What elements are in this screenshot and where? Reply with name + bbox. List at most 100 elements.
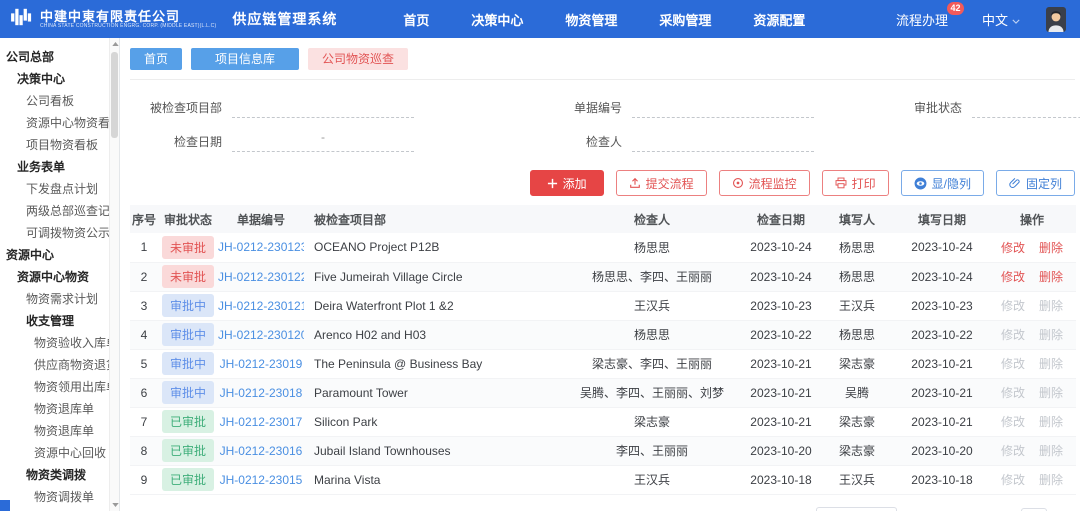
inspected-project-input[interactable] [232,98,414,118]
toolbar-button-label: 添加 [562,176,587,191]
fixed-columns-button[interactable]: 固定列 [995,170,1075,196]
inspect-date-label: 检查日期 [173,135,222,149]
cell-inspector: 梁志豪、李四、王丽丽 [560,349,744,379]
sidebar-item[interactable]: 两级总部巡查记录 [0,200,119,222]
cell-writer: 吴腾 [818,378,896,408]
doc-no-link[interactable]: JH-0212-23019 [220,357,303,371]
doc-no-link[interactable]: JH-0212-23018 [220,386,303,400]
toolbar-button-label: 显/隐列 [931,176,971,191]
table-row: 8 已审批 JH-0212-23016 Jubail Island Townhouse… [130,436,1076,466]
app-root: 中建中東有限责任公司 CHINA STATE CONSTRUCTION ENGR… [0,0,1080,511]
sidebar-item[interactable]: 项目物资看板 [0,134,119,156]
toolbar: 添加 提交流程 流程监控 打印 显/隐列 固定列 [130,170,1075,196]
approval-status-select[interactable] [972,98,1080,118]
sidebar-item[interactable]: 供应商物资退货单 [0,354,119,376]
sidebar-item[interactable]: 收支管理 [0,310,119,332]
edit-action[interactable]: 修改 [1001,270,1025,284]
cell-inspect-date: 2023-10-18 [744,465,818,495]
cell-project: Silicon Park [304,407,560,437]
tab-home[interactable]: 首页 [130,48,183,70]
tab-company-material-inspection[interactable]: 公司物资巡查 [308,48,409,70]
cell-inspect-date: 2023-10-21 [744,378,818,408]
doc-no-link[interactable]: JH-0212-230123 [218,240,304,254]
corner-scroll-block [0,500,10,511]
cell-no: 3 [130,291,158,321]
process-center-link[interactable]: 流程办理 42 [896,1,964,29]
language-switcher[interactable]: 中文 [982,10,1020,29]
doc-no-link[interactable]: JH-0212-230122 [218,270,304,284]
nav-item-procurement-mgmt[interactable]: 采购管理 [659,10,711,29]
doc-no-link[interactable]: JH-0212-230121 [218,299,304,313]
page-size-select[interactable]: 10条/页 [816,506,897,511]
data-table: 序号 审批状态 单据编号 被检查项目部 检查人 检查日期 填写人 填写日期 操作… [130,205,1076,495]
inspector-input[interactable] [632,132,814,152]
doc-no-link[interactable]: JH-0212-23017 [220,415,303,429]
paperclip-icon [1009,177,1021,189]
cell-inspect-date: 2023-10-21 [744,349,818,379]
table-row: 1 未审批 JH-0212-230123 OCEANO Project P12B 杨思思… [130,233,1076,263]
sidebar-item[interactable]: 公司看板 [0,90,119,112]
sidebar-item[interactable]: 资源中心物资 [0,266,119,288]
doc-no-link[interactable]: JH-0212-23016 [220,444,303,458]
sidebar-item[interactable]: 物资验收入库单 [0,332,119,354]
sidebar-item[interactable]: 物资领用出库单 [0,376,119,398]
submit-flow-button[interactable]: 提交流程 [615,170,707,196]
goto-page-input[interactable] [1020,507,1047,511]
toolbar-button-label: 固定列 [1025,176,1062,191]
flow-monitor-button[interactable]: 流程监控 [718,170,810,196]
scroll-down-icon[interactable] [110,500,119,510]
cell-doc-no: JH-0212-230123 [218,233,304,263]
inspect-date-range-input[interactable]: - [232,130,414,152]
edit-action[interactable]: 修改 [1001,241,1025,255]
scrollbar-thumb[interactable] [111,52,118,138]
sidebar-item[interactable]: 物资退库单 [0,420,119,442]
system-title: 供应链管理系统 [232,11,338,27]
cell-actions: 修改 删除 [988,233,1076,263]
col-header-write-date: 填写日期 [896,205,988,233]
col-header-inspector: 检查人 [560,205,744,233]
doc-no-link[interactable]: JH-0212-230120 [218,328,304,342]
cell-writer: 王汉兵 [818,291,896,321]
date-range-separator: - [321,130,325,144]
nav-item-home[interactable]: 首页 [403,10,429,29]
table-row: 2 未审批 JH-0212-230122 Five Jumeirah Village … [130,262,1076,292]
sidebar-item[interactable]: 物资调拨单 [0,486,119,508]
submit-arrow-icon [629,177,641,189]
sidebar-item[interactable]: 可调拨物资公示 [0,222,119,244]
doc-no-input[interactable] [632,98,814,118]
cell-no: 5 [130,349,158,379]
sidebar-item[interactable]: 资源中心回收 [0,442,119,464]
sidebar-item[interactable]: 决策中心 [0,68,119,90]
nav-item-decision-center[interactable]: 决策中心 [471,10,523,29]
toolbar-button-label: 流程监控 [748,176,797,191]
cell-writer: 梁志豪 [818,349,896,379]
sidebar-item[interactable]: 物资退库单 [0,398,119,420]
cell-status: 已审批 [158,465,218,495]
sidebar-item[interactable]: 公司总部 [0,46,119,68]
sidebar-item[interactable]: 资源中心 [0,244,119,266]
sidebar-item[interactable]: 物资类调拨 [0,464,119,486]
avatar[interactable] [1046,6,1066,32]
sidebar: 公司总部 决策中心 公司看板 资源中心物资看板 项目物资看板 业务表单 下发盘点计划 两级总部… [0,38,120,511]
cell-doc-no: JH-0212-23015 [218,465,304,495]
nav-item-resource-config[interactable]: 资源配置 [753,10,805,29]
cell-no: 2 [130,262,158,292]
sidebar-item[interactable]: 业务表单 [0,156,119,178]
sidebar-item[interactable]: 资源中心物资看板 [0,112,119,134]
doc-no-link[interactable]: JH-0212-23015 [220,473,303,487]
sidebar-scrollbar[interactable] [109,38,119,511]
tab-project-info-library[interactable]: 项目信息库 [191,48,300,70]
cell-project: Arenco H02 and H03 [304,320,560,350]
add-button[interactable]: 添加 [529,170,604,196]
pagination: 共 26 条 10条/页 < 123 > 前往 页 [130,495,1075,511]
delete-action[interactable]: 删除 [1039,241,1063,255]
sidebar-item[interactable]: 物资需求计划 [0,288,119,310]
show-hide-columns-button[interactable]: 显/隐列 [900,170,984,196]
sidebar-item[interactable]: 下发盘点计划 [0,178,119,200]
delete-action[interactable]: 删除 [1039,270,1063,284]
scroll-up-icon[interactable] [110,39,119,49]
cell-project: The Peninsula @ Business Bay [304,349,560,379]
col-header-writer: 填写人 [818,205,896,233]
nav-item-material-mgmt[interactable]: 物资管理 [565,10,617,29]
print-button[interactable]: 打印 [821,170,889,196]
